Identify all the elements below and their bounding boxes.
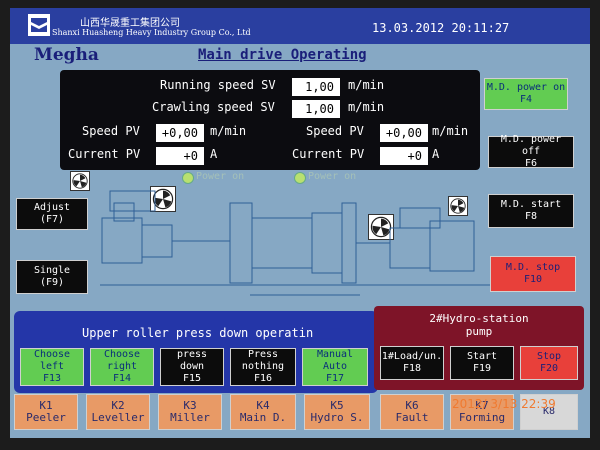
md-stop-button[interactable]: M.D. stop F10: [490, 256, 576, 292]
key-k5-hydro-station[interactable]: K5 Hydro S.: [304, 394, 370, 430]
current-pv-left-unit: A: [210, 147, 218, 161]
page-title: Main drive Operating: [198, 47, 367, 63]
running-speed-label: Running speed SV: [160, 78, 276, 92]
company-logo-icon: [28, 14, 50, 36]
key-k4-main-drive[interactable]: K4 Main D.: [230, 394, 296, 430]
hmi-screen: 山西华晟重工集团公司 Shanxi Huasheng Heavy Industr…: [10, 8, 590, 438]
running-speed-field[interactable]: 1,00: [292, 78, 340, 96]
header-bar: 山西华晟重工集团公司 Shanxi Huasheng Heavy Industr…: [10, 8, 590, 44]
single-button[interactable]: Single (F9): [16, 260, 88, 294]
crawling-speed-field[interactable]: 1,00: [292, 100, 340, 118]
current-pv-left-label: Current PV: [68, 147, 141, 161]
hydro-start-button[interactable]: Start F19: [450, 346, 514, 380]
current-pv-right-value: +0: [380, 147, 428, 165]
md-start-button[interactable]: M.D. start F8: [488, 194, 574, 228]
speed-pv-left-value: +0,00: [156, 124, 204, 142]
readings-panel: Running speed SV 1,00 m/min Crawling spe…: [60, 70, 480, 170]
md-power-on-button[interactable]: M.D. power on F4: [484, 78, 568, 110]
fan-icon: [70, 171, 90, 191]
company-name-en: Shanxi Huasheng Heavy Industry Group Co.…: [52, 28, 251, 37]
company-name-cn: 山西华晟重工集团公司: [80, 18, 180, 29]
speed-pv-right-label: Speed PV: [306, 124, 364, 138]
key-k1-peeler[interactable]: K1 Peeler: [14, 394, 78, 430]
current-pv-left-value: +0: [156, 147, 204, 165]
photo-timestamp: 2012/ 3/13 22:39: [452, 397, 556, 411]
speed-pv-left-label: Speed PV: [82, 124, 140, 138]
upper-roller-title: Upper roller press down operatin: [82, 326, 314, 340]
hydro-stop-button[interactable]: Stop F20: [520, 346, 578, 380]
speed-pv-left-unit: m/min: [210, 124, 247, 138]
key-k6-fault[interactable]: K6 Fault: [380, 394, 444, 430]
load-unload-button[interactable]: 1#Load/un. F18: [380, 346, 444, 380]
press-nothing-button[interactable]: Press nothing F16: [230, 348, 296, 386]
running-speed-unit: m/min: [348, 78, 385, 92]
key-k2-leveller[interactable]: K2 Leveller: [86, 394, 150, 430]
crawling-speed-unit: m/min: [348, 100, 385, 114]
current-pv-right-unit: A: [432, 147, 440, 161]
speed-pv-right-value: +0,00: [380, 124, 428, 142]
press-down-button[interactable]: press down F15: [160, 348, 224, 386]
datetime-display: 13.03.2012 20:11:27: [372, 21, 510, 35]
speed-pv-right-unit: m/min: [432, 124, 469, 138]
brand-label: Megha: [34, 45, 99, 65]
choose-right-button[interactable]: Choose right F14: [90, 348, 154, 386]
crawling-speed-label: Crawling speed SV: [152, 100, 275, 114]
key-k3-miller[interactable]: K3 Miller: [158, 394, 222, 430]
choose-left-button[interactable]: Choose left F13: [20, 348, 84, 386]
manual-auto-button[interactable]: Manual Auto F17: [302, 348, 368, 386]
machine-diagram: [100, 190, 490, 296]
adjust-button[interactable]: Adjust (F7): [16, 198, 88, 230]
md-power-off-button[interactable]: M.D. power off F6: [488, 134, 574, 169]
current-pv-right-label: Current PV: [292, 147, 365, 161]
hydro-station-title: 2#Hydro-station pump: [429, 312, 529, 338]
